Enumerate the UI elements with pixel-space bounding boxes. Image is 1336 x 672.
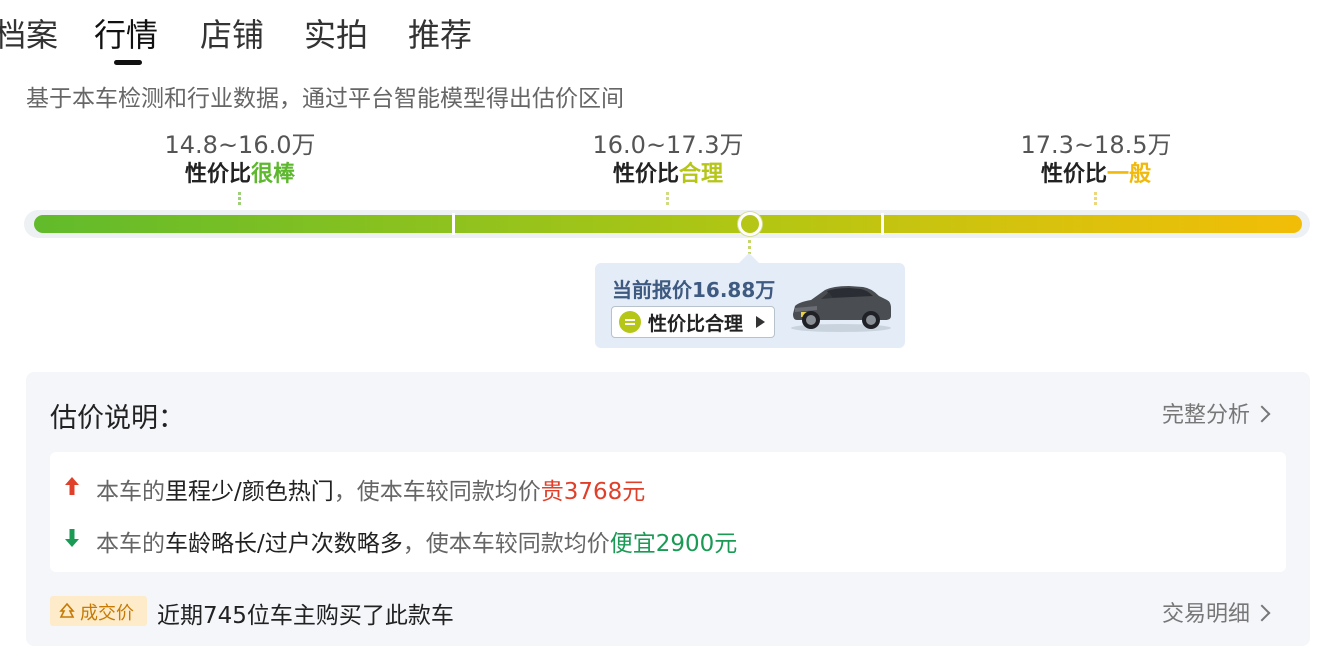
band-label: 性价比合理 bbox=[612, 162, 724, 187]
band-dotted-line bbox=[1094, 192, 1097, 206]
valuation-subtitle: 基于本车检测和行业数据，通过平台智能模型得出估价区间 bbox=[26, 86, 624, 112]
chevron-right-icon bbox=[1253, 604, 1271, 622]
band-range: 14.8~16.0万 bbox=[164, 131, 316, 159]
tab-recommend[interactable]: 推荐 bbox=[408, 12, 472, 58]
active-tab-indicator bbox=[114, 60, 142, 65]
tab-archive[interactable]: 档案 bbox=[0, 12, 58, 58]
full-analysis-link[interactable]: 完整分析 bbox=[1162, 397, 1271, 429]
price-band-average: 17.3~18.5万 性价比一般 bbox=[946, 130, 1246, 206]
deal-badge-label: 成交价 bbox=[80, 603, 134, 624]
bar-divider bbox=[881, 213, 884, 235]
band-range: 17.3~18.5万 bbox=[1020, 131, 1172, 159]
reason-item-down: 本车的车龄略长/过户次数略多，使本车较同款均价便宜2900元 bbox=[96, 531, 738, 557]
play-arrow-icon bbox=[756, 316, 765, 328]
equal-icon bbox=[619, 311, 641, 333]
deal-price-badge: 成交价 bbox=[50, 596, 147, 626]
trade-detail-link[interactable]: 交易明细 bbox=[1162, 596, 1271, 628]
chevron-right-icon bbox=[1253, 405, 1271, 423]
tab-bar: 档案 行情 店铺 实拍 推荐 bbox=[0, 12, 600, 68]
current-price-text: 当前报价16.88万 bbox=[612, 278, 776, 302]
price-tag-icon bbox=[59, 602, 75, 618]
deal-count-text: 近期745位车主购买了此款车 bbox=[157, 603, 454, 629]
marker-dotted-line bbox=[748, 240, 751, 254]
value-rating-button[interactable]: 性价比合理 bbox=[611, 306, 775, 338]
panel-title: 估价说明： bbox=[50, 403, 185, 434]
band-range: 16.0~17.3万 bbox=[592, 131, 744, 159]
band-label: 性价比一般 bbox=[1040, 162, 1152, 187]
arrow-down-icon bbox=[65, 529, 79, 547]
reason-item-up: 本车的里程少/颜色热门，使本车较同款均价贵3768元 bbox=[96, 479, 646, 505]
arrow-up-icon bbox=[65, 477, 79, 495]
current-price-marker bbox=[738, 212, 762, 236]
price-band-reasonable: 16.0~17.3万 性价比合理 bbox=[518, 130, 818, 206]
band-dotted-line bbox=[238, 192, 241, 206]
price-gradient-bar bbox=[34, 215, 1302, 233]
band-dotted-line bbox=[666, 192, 669, 206]
tab-store[interactable]: 店铺 bbox=[200, 12, 264, 58]
tab-market[interactable]: 行情 bbox=[94, 12, 158, 58]
tab-photos[interactable]: 实拍 bbox=[304, 12, 368, 58]
band-label: 性价比很棒 bbox=[184, 162, 296, 187]
car-thumbnail bbox=[791, 286, 891, 332]
value-rating-label: 性价比合理 bbox=[648, 313, 744, 335]
price-band-great: 14.8~16.0万 性价比很棒 bbox=[90, 130, 390, 206]
bar-divider bbox=[452, 213, 455, 235]
